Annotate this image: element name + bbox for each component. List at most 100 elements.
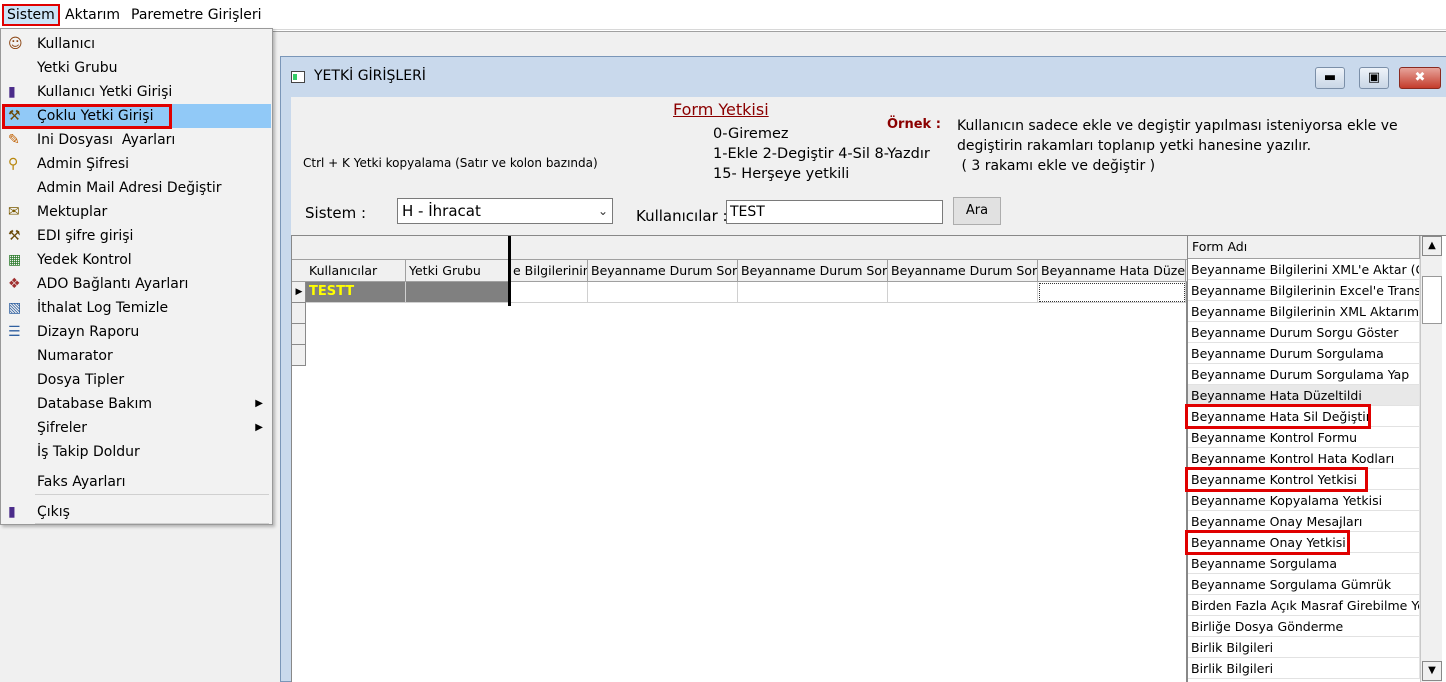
list-item[interactable]: Beyanname Hata Sil Değiştir	[1185, 404, 1420, 429]
minimize-icon: ▬	[1323, 70, 1337, 85]
menu-item-ado-bag-lant-ayarlar[interactable]: ❖ ADO Bağlantı Ayarları	[2, 272, 271, 296]
menu-item-mektuplar[interactable]: ✉ Mektuplar	[2, 200, 271, 224]
menu-item-database-bak-m[interactable]: Database Bakım ▶	[2, 392, 271, 416]
menu-item-label: EDI şifre girişi	[37, 228, 134, 244]
form-name-label: Beyanname Durum Sorgu Göster	[1191, 325, 1399, 340]
menu-item-numarator[interactable]: Numarator	[2, 344, 271, 368]
menu-item-label: Admin Şifresi	[37, 156, 130, 172]
list-item[interactable]: Beyanname Kontrol Formu	[1188, 427, 1420, 448]
list-item[interactable]: Beyanname Kopyalama Yetkisi	[1188, 490, 1420, 511]
form-name-label: Beyanname Onay Mesajları	[1191, 514, 1363, 529]
list-item[interactable]: Beyanname Onay Mesajları	[1188, 511, 1420, 532]
menu-item-c-k-s[interactable]: ▮ Çıkış	[2, 500, 271, 524]
form-list-scrollbar[interactable]: ▲ ▼	[1420, 236, 1442, 682]
list-item[interactable]: Beyanname Onay Yetkisi	[1185, 530, 1420, 555]
menu-item-kullan-c-yetki-giris-i[interactable]: ▮ Kullanıcı Yetki Girişi	[2, 80, 271, 104]
highlight-box	[1185, 404, 1371, 429]
col-durum-sorg-2[interactable]: Beyanname Durum Sorg	[738, 260, 888, 282]
menu-item-label: Database Bakım	[37, 396, 153, 412]
col-yetki-grubu[interactable]: Yetki Grubu	[406, 260, 510, 282]
highlight-box	[1185, 530, 1350, 555]
legend-line-3: 15- Herşeye yetkili	[713, 166, 850, 182]
list-item[interactable]: Beyanname Hata Düzeltildi	[1188, 385, 1420, 406]
kullanicilar-input[interactable]: TEST	[726, 200, 943, 224]
list-item[interactable]: Birlik Bilgileri	[1188, 658, 1420, 679]
user-icon: ☺	[8, 36, 23, 52]
grid-column-header: Kullanıcılar Yetki Grubu e Bilgilerinin …	[292, 260, 1188, 282]
form-list-header[interactable]: Form Adı	[1188, 236, 1420, 259]
menu-item-ini-dosyas-ayarlar[interactable]: ✎ Ini Dosyası Ayarları	[2, 128, 271, 152]
cell-yetki-grubu[interactable]	[406, 282, 510, 303]
menu-item-label: Faks Ayarları	[37, 474, 126, 490]
scroll-down-icon[interactable]: ▼	[1422, 661, 1442, 681]
form-name-label: Beyanname Durum Sorgulama	[1191, 346, 1384, 361]
menu-item-admin-s-ifresi[interactable]: ⚲ Admin Şifresi	[2, 152, 271, 176]
maximize-icon: ▣	[1367, 70, 1381, 85]
menu-item-faks-ayarlar[interactable]: Faks Ayarları	[2, 470, 271, 494]
list-item[interactable]: Birden Fazla Açık Masraf Girebilme Ye	[1188, 595, 1420, 616]
menu-item-label: Çıkış	[37, 504, 70, 520]
ara-button[interactable]: Ara	[953, 197, 1001, 225]
col-kullanicilar[interactable]: Kullanıcılar	[306, 260, 406, 282]
legend-line-2: 1-Ekle 2-Degiştir 4-Sil 8-Yazdır	[713, 146, 930, 162]
menu-item-yedek-kontrol[interactable]: ▦ Yedek Kontrol	[2, 248, 271, 272]
menu-item-dosya-tipler[interactable]: Dosya Tipler	[2, 368, 271, 392]
close-button[interactable]: ✖	[1399, 67, 1441, 89]
sistem-dropdown-menu: ☺ Kullanıcı Yetki Grubu ▮ Kullanıcı Yetki Gi…	[0, 28, 273, 525]
window-app-icon	[291, 71, 305, 83]
menu-item-label: Yedek Kontrol	[37, 252, 132, 268]
scroll-up-icon[interactable]: ▲	[1422, 236, 1442, 256]
list-item[interactable]: Beyanname Kontrol Yetkisi	[1185, 467, 1420, 492]
cell-hata-duzelt[interactable]	[1038, 282, 1186, 303]
edi-password-icon: ⚒	[8, 228, 21, 244]
list-item[interactable]: Beyanname Durum Sorgulama Yap	[1188, 364, 1420, 385]
menu-item-kullan-c[interactable]: ☺ Kullanıcı	[2, 32, 271, 56]
form-name-label: Beyanname Sorgulama Gümrük	[1191, 577, 1392, 592]
window-titlebar[interactable]: YETKİ GİRİŞLERİ ▬ ▣ ✖	[281, 57, 1446, 94]
sistem-select[interactable]: H - İhracat ⌄	[397, 198, 613, 224]
cell-bilgilerinin-x[interactable]	[510, 282, 588, 303]
cell-durum-sorg-2[interactable]	[738, 282, 888, 303]
list-item[interactable]: Beyanname Bilgilerinin Excel'e Transfe	[1188, 280, 1420, 301]
menu-item-i-s-takip-doldur[interactable]: İş Takip Doldur	[2, 440, 271, 464]
list-item[interactable]: Beyanname Durum Sorgulama	[1188, 343, 1420, 364]
menu-item-label: Dizayn Raporu	[37, 324, 140, 340]
list-item[interactable]: Beyanname Bilgilerinin XML Aktarımı (K	[1188, 301, 1420, 322]
form-name-label: Birlik Bilgileri	[1191, 640, 1274, 655]
list-item[interactable]: Beyanname Sorgulama Gümrük	[1188, 574, 1420, 595]
menu-item-dizayn-raporu[interactable]: ☰ Dizayn Raporu	[2, 320, 271, 344]
menu-item-label: Yetki Grubu	[37, 60, 118, 76]
col-durum-sorg-1[interactable]: Beyanname Durum Sorg	[588, 260, 738, 282]
menu-item-c-oklu-yetki-giris-i[interactable]: ⚒ Çoklu Yetki Girişi	[2, 104, 271, 129]
menu-parametre-girisleri[interactable]: Paremetre Girişleri	[128, 4, 265, 26]
maximize-button[interactable]: ▣	[1359, 67, 1389, 89]
list-item[interactable]: Beyanname Durum Sorgu Göster	[1188, 322, 1420, 343]
cell-kullanici[interactable]: TESTT	[306, 282, 406, 303]
menu-item-label: Şifreler	[37, 420, 88, 436]
cell-durum-sorg-3[interactable]	[888, 282, 1038, 303]
menu-sistem[interactable]: Sistem	[2, 4, 60, 26]
menu-item-s-ifreler[interactable]: Şifreler ▶	[2, 416, 271, 440]
menu-item-label: Mektuplar	[37, 204, 108, 220]
menu-aktarim[interactable]: Aktarım	[62, 4, 123, 26]
cell-durum-sorg-1[interactable]	[588, 282, 738, 303]
menu-item-label: ADO Bağlantı Ayarları	[37, 276, 189, 292]
menu-item-label: İş Takip Doldur	[37, 444, 140, 460]
list-item[interactable]: Beyanname Kontrol Hata Kodları	[1188, 448, 1420, 469]
form-name-label: Birlik Bilgileri	[1191, 661, 1274, 676]
list-item[interactable]: Beyanname Sorgulama	[1188, 553, 1420, 574]
col-durum-sorg-3[interactable]: Beyanname Durum Sorg	[888, 260, 1038, 282]
list-item[interactable]: Birliğe Dosya Gönderme	[1188, 616, 1420, 637]
list-item[interactable]: Birlik Bilgileri	[1188, 637, 1420, 658]
menu-item-yetki-grubu[interactable]: Yetki Grubu	[2, 56, 271, 80]
menu-item-admin-mail-adresi-deg-is-tir[interactable]: Admin Mail Adresi Değiştir	[2, 176, 271, 200]
col-bilgilerinin-x[interactable]: e Bilgilerinin X	[510, 260, 588, 282]
kullanicilar-label: Kullanıcılar :	[636, 207, 728, 225]
menu-item-i-thalat-log-temizle[interactable]: ▧ İthalat Log Temizle	[2, 296, 271, 320]
scroll-thumb[interactable]	[1422, 276, 1442, 324]
row-indicator-cell	[292, 324, 306, 345]
col-hata-duzelt[interactable]: Beyanname Hata Düzelt	[1038, 260, 1186, 282]
menu-item-edi-s-ifre-giris-i[interactable]: ⚒ EDI şifre girişi	[2, 224, 271, 248]
list-item[interactable]: Beyanname Bilgilerini XML'e Aktar (GE	[1188, 259, 1420, 280]
minimize-button[interactable]: ▬	[1315, 67, 1345, 89]
